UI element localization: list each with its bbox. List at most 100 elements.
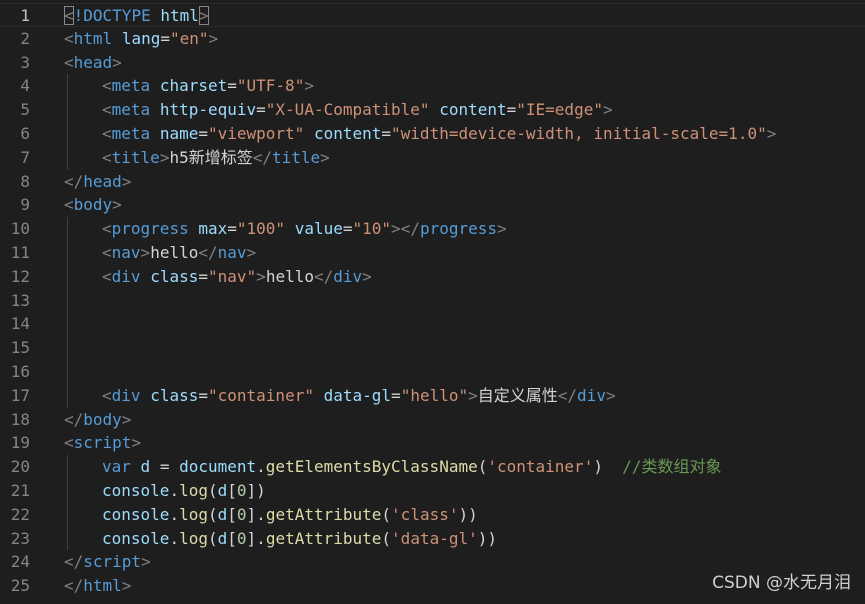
token-num: 0 [236,480,247,500]
token-bracket: </ [64,576,84,596]
line-code[interactable]: var d = document.getElementsByClassName(… [64,455,865,479]
code-line[interactable]: 19 <script> [0,431,865,455]
line-code[interactable]: <body> [64,193,865,217]
token-punct: = [198,123,208,143]
indent-guide [67,312,68,337]
token-bracket: > [362,266,372,286]
token-text: hello [150,242,199,262]
line-number: 17 [10,385,30,405]
code-line[interactable]: 5 <meta http-equiv="X-UA-Compatible" cont… [0,98,865,122]
line-code[interactable] [64,288,865,313]
indent-guide [67,526,68,551]
code-line[interactable]: 8 </head> [0,170,865,194]
line-code[interactable]: <meta charset="UTF-8"> [64,74,865,99]
token-punct: = [160,28,170,48]
token-tag: html [73,28,113,48]
line-code[interactable]: <!DOCTYPE html> [64,4,865,26]
code-line[interactable]: 16 [0,359,865,384]
token-punct: )) [477,528,498,548]
line-code[interactable]: console.log(d[0]) [64,478,865,503]
token-bracket: > [320,147,330,167]
code-line[interactable]: 12 <div class="nav">hello</div> [0,264,865,289]
token-attr: charset [159,76,228,96]
code-line[interactable]: 3 <head> [0,51,865,75]
token-str: "X-UA-Compatible" [265,100,430,120]
code-line[interactable]: 4 <meta charset="UTF-8"> [0,74,865,99]
token-bracket: </ [313,266,334,286]
line-code[interactable]: console.log(d[0].getAttribute('data-gl')… [64,526,865,551]
line-code[interactable]: </head> [64,170,865,194]
token-bracket: > [121,171,132,191]
token-bracket: < [64,28,74,48]
token-str: "width=device-width, initial-scale=1.0" [391,123,767,143]
line-code[interactable]: <meta http-equiv="X-UA-Compatible" conte… [64,98,865,122]
token-tag: title [111,147,160,167]
code-lines[interactable]: 1 <!DOCTYPE html> 2 <html lang="en"> 3 <head>… [0,3,865,598]
line-code[interactable]: console.log(d[0].getAttribute('class')) [64,502,865,527]
token-bracket: </ [557,385,578,405]
code-editor[interactable]: 1 <!DOCTYPE html> 2 <html lang="en"> 3 <head>… [0,0,865,604]
code-line[interactable]: 23 console.log(d[0].getAttribute('data-gl… [0,526,865,551]
line-code[interactable] [64,359,865,384]
code-line[interactable]: 2 <html lang="en"> [0,27,865,51]
token-punct: . [256,457,266,477]
line-code[interactable]: </script> [64,550,865,574]
token-str: "nav" [208,266,257,286]
token-var: console [102,528,170,548]
code-line[interactable]: 17 <div class="container" data-gl="hello"… [0,383,865,408]
token-punct: . [169,504,180,524]
code-line[interactable]: 18 </body> [0,408,865,432]
token-text: h5新增标签 [169,147,253,167]
code-line[interactable]: 9 <body> [0,193,865,217]
line-code[interactable]: <div class="nav">hello</div> [64,264,865,289]
code-line[interactable]: 24 </script> [0,550,865,574]
token-tag: progress [111,219,189,239]
line-number: 5 [20,100,30,120]
token-tag: div [111,266,141,286]
line-code[interactable]: <html lang="en"> [64,27,865,51]
code-line[interactable]: 11 <nav>hello</nav> [0,240,865,265]
code-line[interactable]: 1 <!DOCTYPE html> [0,3,865,27]
line-number: 14 [10,314,30,334]
line-code[interactable]: <meta name="viewport" content="width=dev… [64,121,865,146]
line-number: 3 [20,52,30,72]
token-kw: var [102,457,131,477]
token-bracket: > [497,219,507,239]
line-code[interactable]: </body> [64,408,865,432]
line-code[interactable] [64,312,865,337]
token-num: 0 [236,528,247,548]
code-line[interactable]: 7 <title>h5新增标签</title> [0,145,865,170]
code-line[interactable]: 10 <progress max="100" value="10"></progr… [0,217,865,241]
indent-guide [67,359,68,384]
token-comment: //类数组对象 [622,457,722,477]
indent-guide [67,288,68,313]
code-line[interactable]: 22 console.log(d[0].getAttribute('class')… [0,502,865,527]
line-code[interactable]: <div class="container" data-gl="hello">自… [64,383,865,408]
token-str: "IE=edge" [516,100,603,120]
token-punct: ( [381,528,392,548]
code-line[interactable]: 6 <meta name="viewport" content="width=de… [0,121,865,146]
code-line[interactable]: 15 [0,336,865,360]
line-number: 20 [10,457,30,477]
line-code[interactable]: <title>h5新增标签</title> [64,145,865,170]
token-attr: class [150,385,199,405]
token-bracket: </ [64,409,84,429]
indent-guide [67,121,68,146]
code-line[interactable]: 21 console.log(d[0]) [0,478,865,503]
line-code[interactable] [64,336,865,360]
code-line[interactable]: 20 var d = document.getElementsByClassNam… [0,455,865,479]
token-func: log [179,528,208,548]
line-code[interactable]: <nav>hello</nav> [64,240,865,265]
code-line[interactable]: 13 [0,288,865,313]
line-code[interactable]: <head> [64,51,865,75]
token-str: 'class' [391,504,459,524]
line-code[interactable]: <progress max="100" value="10"></progres… [64,217,865,241]
line-code[interactable]: <script> [64,431,865,455]
code-line[interactable]: 14 [0,312,865,337]
token-bracket: > [159,147,170,167]
token-tag: body [73,195,113,215]
